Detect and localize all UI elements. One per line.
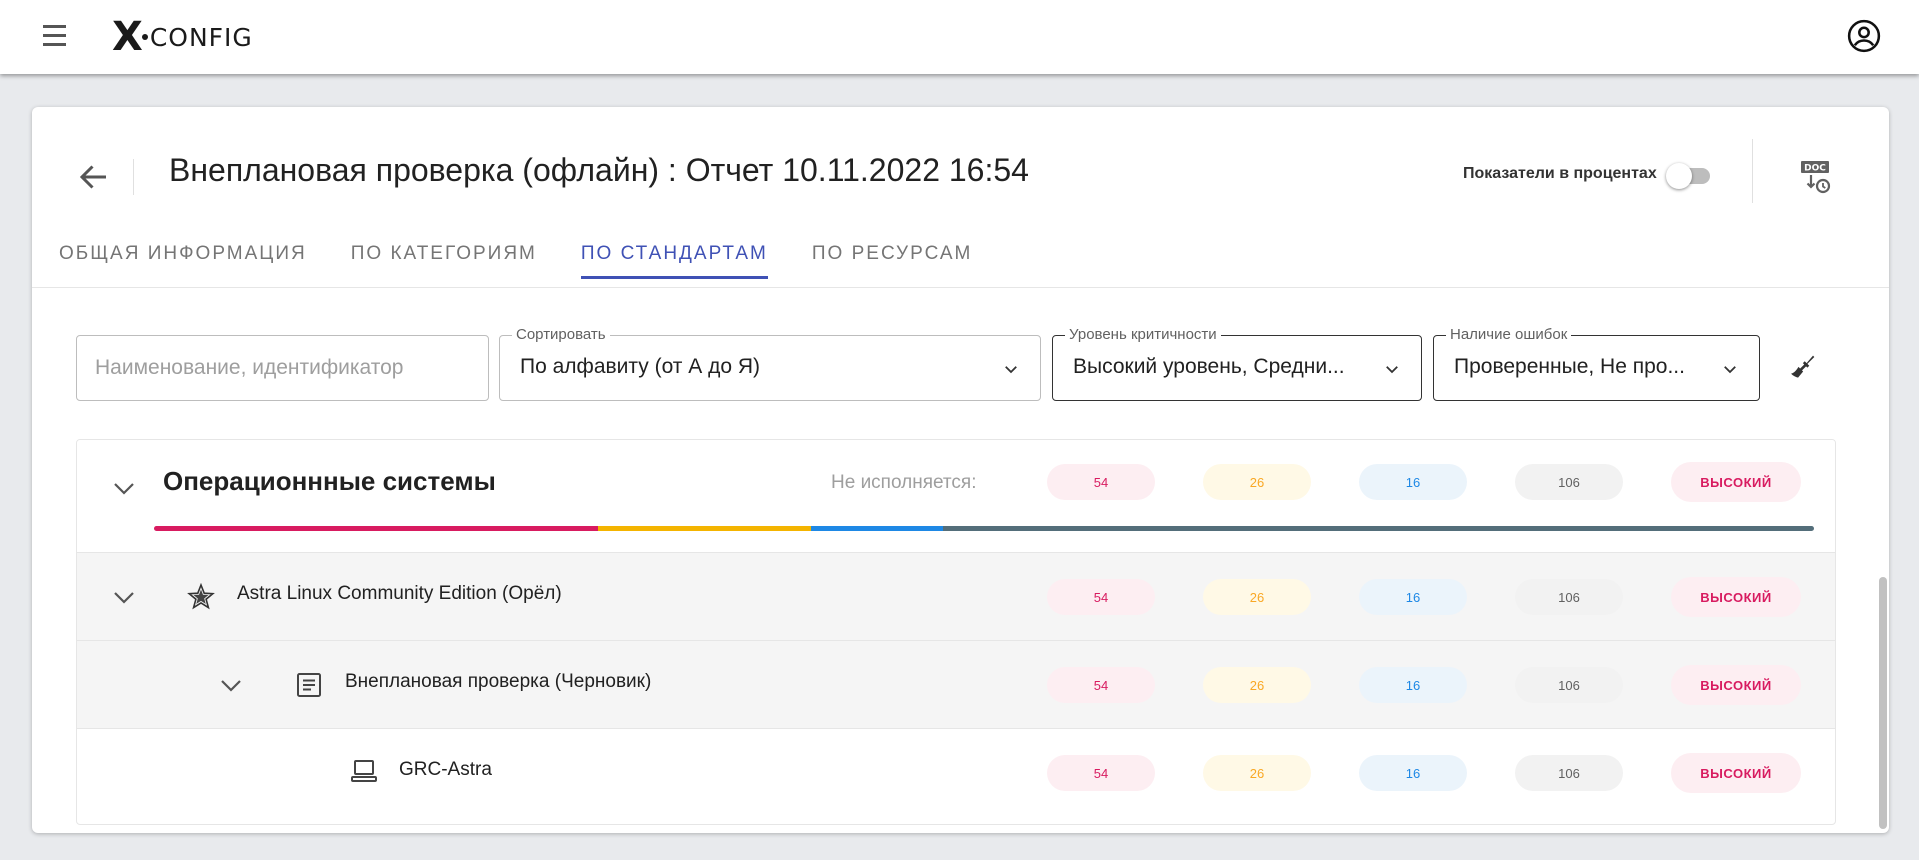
- tab-resources[interactable]: ПО РЕСУРСАМ: [812, 231, 972, 277]
- sort-label: Сортировать: [512, 326, 610, 343]
- count-total: 106: [1515, 667, 1623, 703]
- progress-bar: [154, 526, 1814, 531]
- tab-categories[interactable]: ПО КАТЕГОРИЯМ: [351, 231, 537, 277]
- search-field[interactable]: [76, 335, 489, 401]
- doc-export-icon[interactable]: DOC: [1800, 157, 1834, 195]
- search-input[interactable]: [77, 336, 488, 400]
- level-badge: ВЫСОКИЙ: [1671, 462, 1801, 502]
- not-executed-label: Не исполняется:: [831, 472, 977, 493]
- report-tabs: ОБЩАЯ ИНФОРМАЦИЯ ПО КАТЕГОРИЯМ ПО СТАНДА…: [59, 231, 1016, 279]
- count-low: 16: [1359, 579, 1467, 615]
- top-app-bar: X CONFIG: [0, 0, 1919, 74]
- chevron-down-icon[interactable]: [220, 679, 242, 693]
- sort-value: По алфавиту (от А до Я): [520, 355, 761, 378]
- progress-segment-rest: [942, 526, 1814, 531]
- count-high: 54: [1047, 579, 1155, 615]
- document-icon: [297, 673, 321, 697]
- errors-label: Наличие ошибок: [1446, 326, 1572, 343]
- menu-icon[interactable]: [40, 25, 68, 49]
- standards-table: Операционнные системы Не исполняется: 54…: [76, 439, 1836, 825]
- report-card: Внеплановая проверка (офлайн) : Отчет 10…: [32, 107, 1889, 833]
- row-label: GRC-Astra: [399, 759, 492, 780]
- back-arrow-icon[interactable]: [76, 159, 112, 195]
- count-high: 54: [1047, 464, 1155, 500]
- table-row[interactable]: Astra Linux Community Edition (Орёл) 54 …: [77, 552, 1835, 640]
- sort-select[interactable]: Сортировать По алфавиту (от А до Я): [499, 326, 1041, 401]
- count-total: 106: [1515, 755, 1623, 791]
- page-title: Внеплановая проверка (офлайн) : Отчет 10…: [169, 152, 1029, 188]
- level-badge: ВЫСОКИЙ: [1671, 753, 1801, 793]
- count-medium: 26: [1203, 579, 1311, 615]
- percent-toggle-label: Показатели в процентах: [1463, 165, 1657, 182]
- svg-text:DOC: DOC: [1804, 164, 1826, 174]
- level-badge: ВЫСОКИЙ: [1671, 577, 1801, 617]
- count-medium: 26: [1203, 667, 1311, 703]
- row-label: Внеплановая проверка (Черновик): [345, 671, 652, 692]
- row-label: Astra Linux Community Edition (Орёл): [237, 583, 562, 604]
- divider: [1752, 139, 1753, 203]
- astra-star-icon: [187, 583, 215, 610]
- account-circle-icon[interactable]: [1847, 19, 1881, 53]
- clear-filters-broom-icon[interactable]: [1787, 351, 1819, 383]
- divider: [133, 159, 134, 195]
- chevron-down-icon: [1005, 366, 1017, 374]
- progress-segment-low: [811, 526, 943, 531]
- criticality-value: Высокий уровень, Средни...: [1073, 355, 1345, 378]
- tab-general-info[interactable]: ОБЩАЯ ИНФОРМАЦИЯ: [59, 231, 307, 277]
- percent-toggle[interactable]: [1666, 162, 1712, 190]
- count-total: 106: [1515, 579, 1623, 615]
- count-medium: 26: [1203, 755, 1311, 791]
- count-low: 16: [1359, 755, 1467, 791]
- scrollbar-thumb[interactable]: [1879, 577, 1887, 829]
- table-row[interactable]: GRC-Astra 54 26 16 106 ВЫСОКИЙ: [77, 728, 1835, 816]
- chevron-down-icon: [1724, 366, 1736, 374]
- logo-text: CONFIG: [149, 22, 253, 52]
- tab-standards[interactable]: ПО СТАНДАРТАМ: [580, 231, 768, 279]
- group-title: Операционнные системы: [163, 466, 496, 496]
- count-high: 54: [1047, 755, 1155, 791]
- tabs-divider: [32, 287, 1889, 288]
- table-row[interactable]: Внеплановая проверка (Черновик) 54 26 16…: [77, 640, 1835, 728]
- laptop-icon: [351, 760, 377, 782]
- count-low: 16: [1359, 667, 1467, 703]
- level-badge: ВЫСОКИЙ: [1671, 665, 1801, 705]
- logo-x: X: [112, 14, 143, 60]
- toggle-thumb: [1666, 163, 1692, 189]
- progress-segment-medium: [597, 526, 812, 531]
- chevron-down-icon[interactable]: [113, 482, 135, 496]
- criticality-label: Уровень критичности: [1065, 326, 1221, 343]
- logo-dot: [141, 34, 148, 40]
- errors-value: Проверенные, Не про...: [1454, 355, 1685, 378]
- errors-select[interactable]: Наличие ошибок Проверенные, Не про...: [1433, 326, 1760, 401]
- count-medium: 26: [1203, 464, 1311, 500]
- group-row: Операционнные системы Не исполняется: 54…: [77, 440, 1835, 552]
- chevron-down-icon: [1386, 366, 1398, 374]
- progress-segment-high: [154, 526, 598, 531]
- count-low: 16: [1359, 464, 1467, 500]
- criticality-select[interactable]: Уровень критичности Высокий уровень, Сре…: [1052, 326, 1422, 401]
- chevron-down-icon[interactable]: [113, 591, 135, 605]
- count-total: 106: [1515, 464, 1623, 500]
- count-high: 54: [1047, 667, 1155, 703]
- app-logo[interactable]: X CONFIG: [112, 14, 253, 60]
